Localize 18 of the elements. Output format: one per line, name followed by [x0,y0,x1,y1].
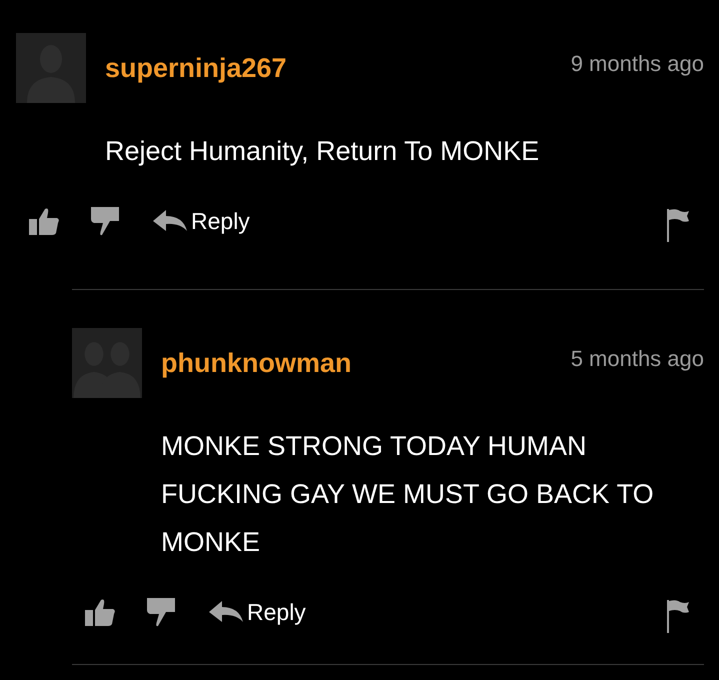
reply-button[interactable]: Reply [153,204,250,238]
reply-arrow-icon [153,209,187,233]
reply-arrow-icon [209,600,243,624]
username[interactable]: superninja267 [105,55,287,82]
flag-icon[interactable] [666,599,690,633]
reply-button[interactable]: Reply [209,594,306,630]
comment-text: Reject Humanity, Return To MONKE [105,135,540,168]
comment-text: MONKE STRONG TODAY HUMAN FUCKING GAY WE MUST GO BACK TO MONKE [161,430,655,559]
timestamp: 5 months ago [570,348,704,370]
username[interactable]: phunknowman [161,350,352,377]
thumbs-down-icon[interactable] [90,206,122,236]
thumbs-down-icon[interactable] [146,597,178,627]
flag-icon[interactable] [666,208,690,242]
thumbs-up-icon[interactable] [84,597,116,627]
avatar [16,33,86,103]
timestamp: 9 months ago [570,52,704,74]
avatar [72,328,142,398]
thumbs-up-icon[interactable] [28,206,60,236]
